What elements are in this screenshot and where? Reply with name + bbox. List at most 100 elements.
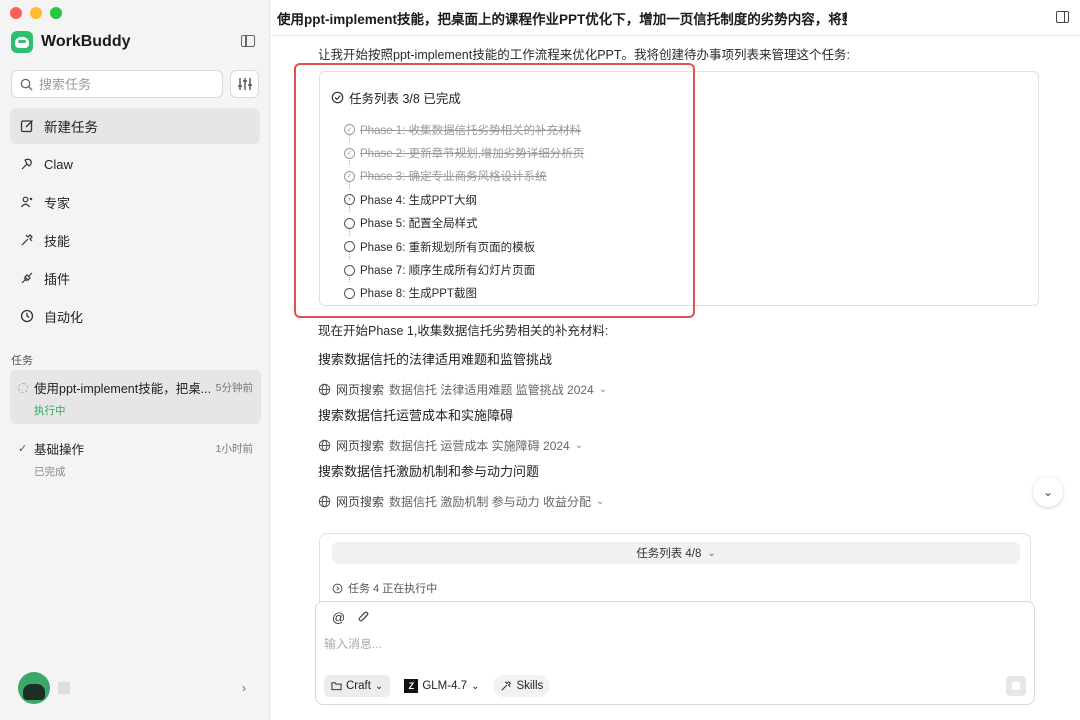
search-input[interactable] xyxy=(39,76,209,92)
main-panel: 使用ppt-implement技能，把桌面上的课程作业PPT优化下，增加一页信托… xyxy=(270,0,1080,720)
composer-tools: @ xyxy=(332,610,370,625)
tasks-section-label: 任务 xyxy=(11,355,33,367)
user-name-placeholder xyxy=(58,682,70,694)
assistant-message: 让我开始按照ppt-implement技能的工作流程来优化PPT。我将创建待办事… xyxy=(318,48,850,62)
task-title: 基础操作 xyxy=(34,443,85,457)
assistant-message: 现在开始Phase 1,收集数据信托劣势相关的补充材料: xyxy=(318,324,609,338)
globe-icon xyxy=(318,383,331,396)
sidebar-nav: 新建任务 Claw 专家 技能 插件 自动化 xyxy=(10,108,260,336)
search-heading: 搜索数据信托激励机制和参与动力问题 xyxy=(318,464,540,479)
nav-claw-label: Claw xyxy=(44,156,73,172)
message-composer: @ Craft ⌄ Z GLM-4.7 ⌄ Skills xyxy=(315,601,1035,705)
search-heading: 搜索数据信托运营成本和实施障碍 xyxy=(318,408,514,423)
task-title: 使用ppt-implement技能，把桌... xyxy=(34,382,210,396)
nav-plugins-label: 插件 xyxy=(44,271,71,287)
scroll-down-button[interactable]: ⌄ xyxy=(1033,477,1063,507)
search-box xyxy=(11,70,223,98)
edit-icon xyxy=(20,119,34,133)
mode-label: Craft xyxy=(346,680,371,692)
mention-icon[interactable]: @ xyxy=(332,610,345,625)
page-title: 使用ppt-implement技能，把桌面上的课程作业PPT优化下，增加一页信托… xyxy=(277,11,847,27)
experts-icon xyxy=(20,195,34,209)
sliders-icon xyxy=(237,78,252,90)
web-search-query: 数据信托 激励机制 参与动力 收益分配 xyxy=(389,495,592,509)
web-search-label: 网页搜索 xyxy=(336,495,385,509)
chevron-down-icon: ⌄ xyxy=(598,384,608,395)
chevron-down-icon: ⌄ xyxy=(1042,485,1054,499)
model-selector[interactable]: Z GLM-4.7 ⌄ xyxy=(397,675,486,697)
task-list-progress: 任务列表 4/8 xyxy=(636,548,702,560)
claw-icon xyxy=(20,157,34,171)
model-label: GLM-4.7 xyxy=(422,680,468,692)
sidebar-toggle-icon[interactable] xyxy=(241,35,255,47)
avatar xyxy=(18,672,50,704)
panel-toggle-icon[interactable] xyxy=(1056,11,1069,23)
task-time: 1小时前 xyxy=(215,443,253,455)
task-time: 5分钟前 xyxy=(215,382,253,394)
task-item-running[interactable]: 使用ppt-implement技能，把桌... 5分钟前 执行中 xyxy=(10,370,261,424)
skills-label: Skills xyxy=(516,680,544,692)
progress-status-text: 任务 4 正在执行中 xyxy=(348,583,438,595)
circle-icon xyxy=(344,264,355,276)
progress-status: 任务 4 正在执行中 xyxy=(332,580,437,596)
close-window-button[interactable] xyxy=(10,7,22,19)
zoom-window-button[interactable] xyxy=(50,7,62,19)
skills-icon xyxy=(501,680,512,691)
brand: WorkBuddy xyxy=(11,31,130,53)
task-status: 已完成 xyxy=(34,466,66,478)
globe-icon xyxy=(318,439,331,452)
web-search-row[interactable]: 网页搜索 数据信托 激励机制 参与动力 收益分配 ⌄ xyxy=(318,493,604,510)
web-search-query: 数据信托 运营成本 实施障碍 2024 xyxy=(389,439,570,453)
task-progress-card: 任务列表 4/8 ⌄ 任务 4 正在执行中 xyxy=(319,533,1031,603)
skills-button[interactable]: Skills xyxy=(493,675,551,697)
workbuddy-logo-icon xyxy=(11,31,33,53)
nav-claw[interactable]: Claw xyxy=(10,146,260,182)
folder-icon xyxy=(331,682,342,691)
minimize-window-button[interactable] xyxy=(30,7,42,19)
check-circle-icon: ✓ xyxy=(344,170,355,182)
circle-icon xyxy=(344,287,355,299)
globe-icon xyxy=(318,495,331,508)
task-status: 执行中 xyxy=(34,405,66,417)
send-button[interactable] xyxy=(1006,676,1026,696)
chevron-down-icon: ⌄ xyxy=(374,680,384,692)
highlight-box xyxy=(294,63,695,318)
chevron-right-icon[interactable]: › xyxy=(242,681,246,695)
search-icon xyxy=(20,78,33,91)
nav-automation[interactable]: 自动化 xyxy=(10,298,260,334)
task-list-toggle[interactable]: 任务列表 4/8 ⌄ xyxy=(332,542,1020,564)
nav-skills[interactable]: 技能 xyxy=(10,222,260,258)
filter-button[interactable] xyxy=(230,70,259,98)
skills-icon xyxy=(20,233,34,247)
window-controls xyxy=(10,7,62,19)
search-step: 搜索数据信托激励机制和参与动力问题 网页搜索 数据信托 激励机制 参与动力 收益… xyxy=(318,461,604,510)
circle-icon xyxy=(344,217,355,229)
task-item-done[interactable]: ✓ 基础操作 1小时前 已完成 xyxy=(10,431,261,479)
web-search-label: 网页搜索 xyxy=(336,383,385,397)
chevron-down-icon: ⌄ xyxy=(707,547,716,559)
user-profile[interactable] xyxy=(18,672,70,704)
web-search-row[interactable]: 网页搜索 数据信托 法律适用难题 监管挑战 2024 ⌄ xyxy=(318,381,607,398)
chevron-down-icon: ⌄ xyxy=(596,496,605,507)
attachment-icon[interactable] xyxy=(357,610,370,624)
spinner-icon xyxy=(18,382,28,393)
search-step: 搜索数据信托运营成本和实施障碍 网页搜索 数据信托 运营成本 实施障碍 2024… xyxy=(318,405,583,454)
nav-new-task[interactable]: 新建任务 xyxy=(10,108,260,144)
check-circle-icon: ✓ xyxy=(344,147,355,159)
composer-options: Craft ⌄ Z GLM-4.7 ⌄ Skills xyxy=(324,675,551,697)
nav-new-task-label: 新建任务 xyxy=(44,120,98,135)
nav-skills-label: 技能 xyxy=(44,233,71,249)
chevron-down-icon: ⌄ xyxy=(574,440,584,451)
web-search-label: 网页搜索 xyxy=(336,439,385,453)
nav-automation-label: 自动化 xyxy=(44,309,84,325)
search-step: 搜索数据信托的法律适用难题和监管挑战 网页搜索 数据信托 法律适用难题 监管挑战… xyxy=(318,349,607,398)
model-logo-icon: Z xyxy=(404,679,419,693)
message-input[interactable] xyxy=(324,635,1014,655)
chat-header: 使用ppt-implement技能，把桌面上的课程作业PPT优化下，增加一页信托… xyxy=(270,0,1080,36)
nav-plugins[interactable]: 插件 xyxy=(10,260,260,296)
clock-icon xyxy=(20,309,34,323)
sidebar: WorkBuddy 新建任务 Claw 专家 xyxy=(0,0,270,720)
web-search-row[interactable]: 网页搜索 数据信托 运营成本 实施障碍 2024 ⌄ xyxy=(318,437,583,454)
nav-experts[interactable]: 专家 xyxy=(10,184,260,220)
mode-selector[interactable]: Craft ⌄ xyxy=(324,675,391,697)
